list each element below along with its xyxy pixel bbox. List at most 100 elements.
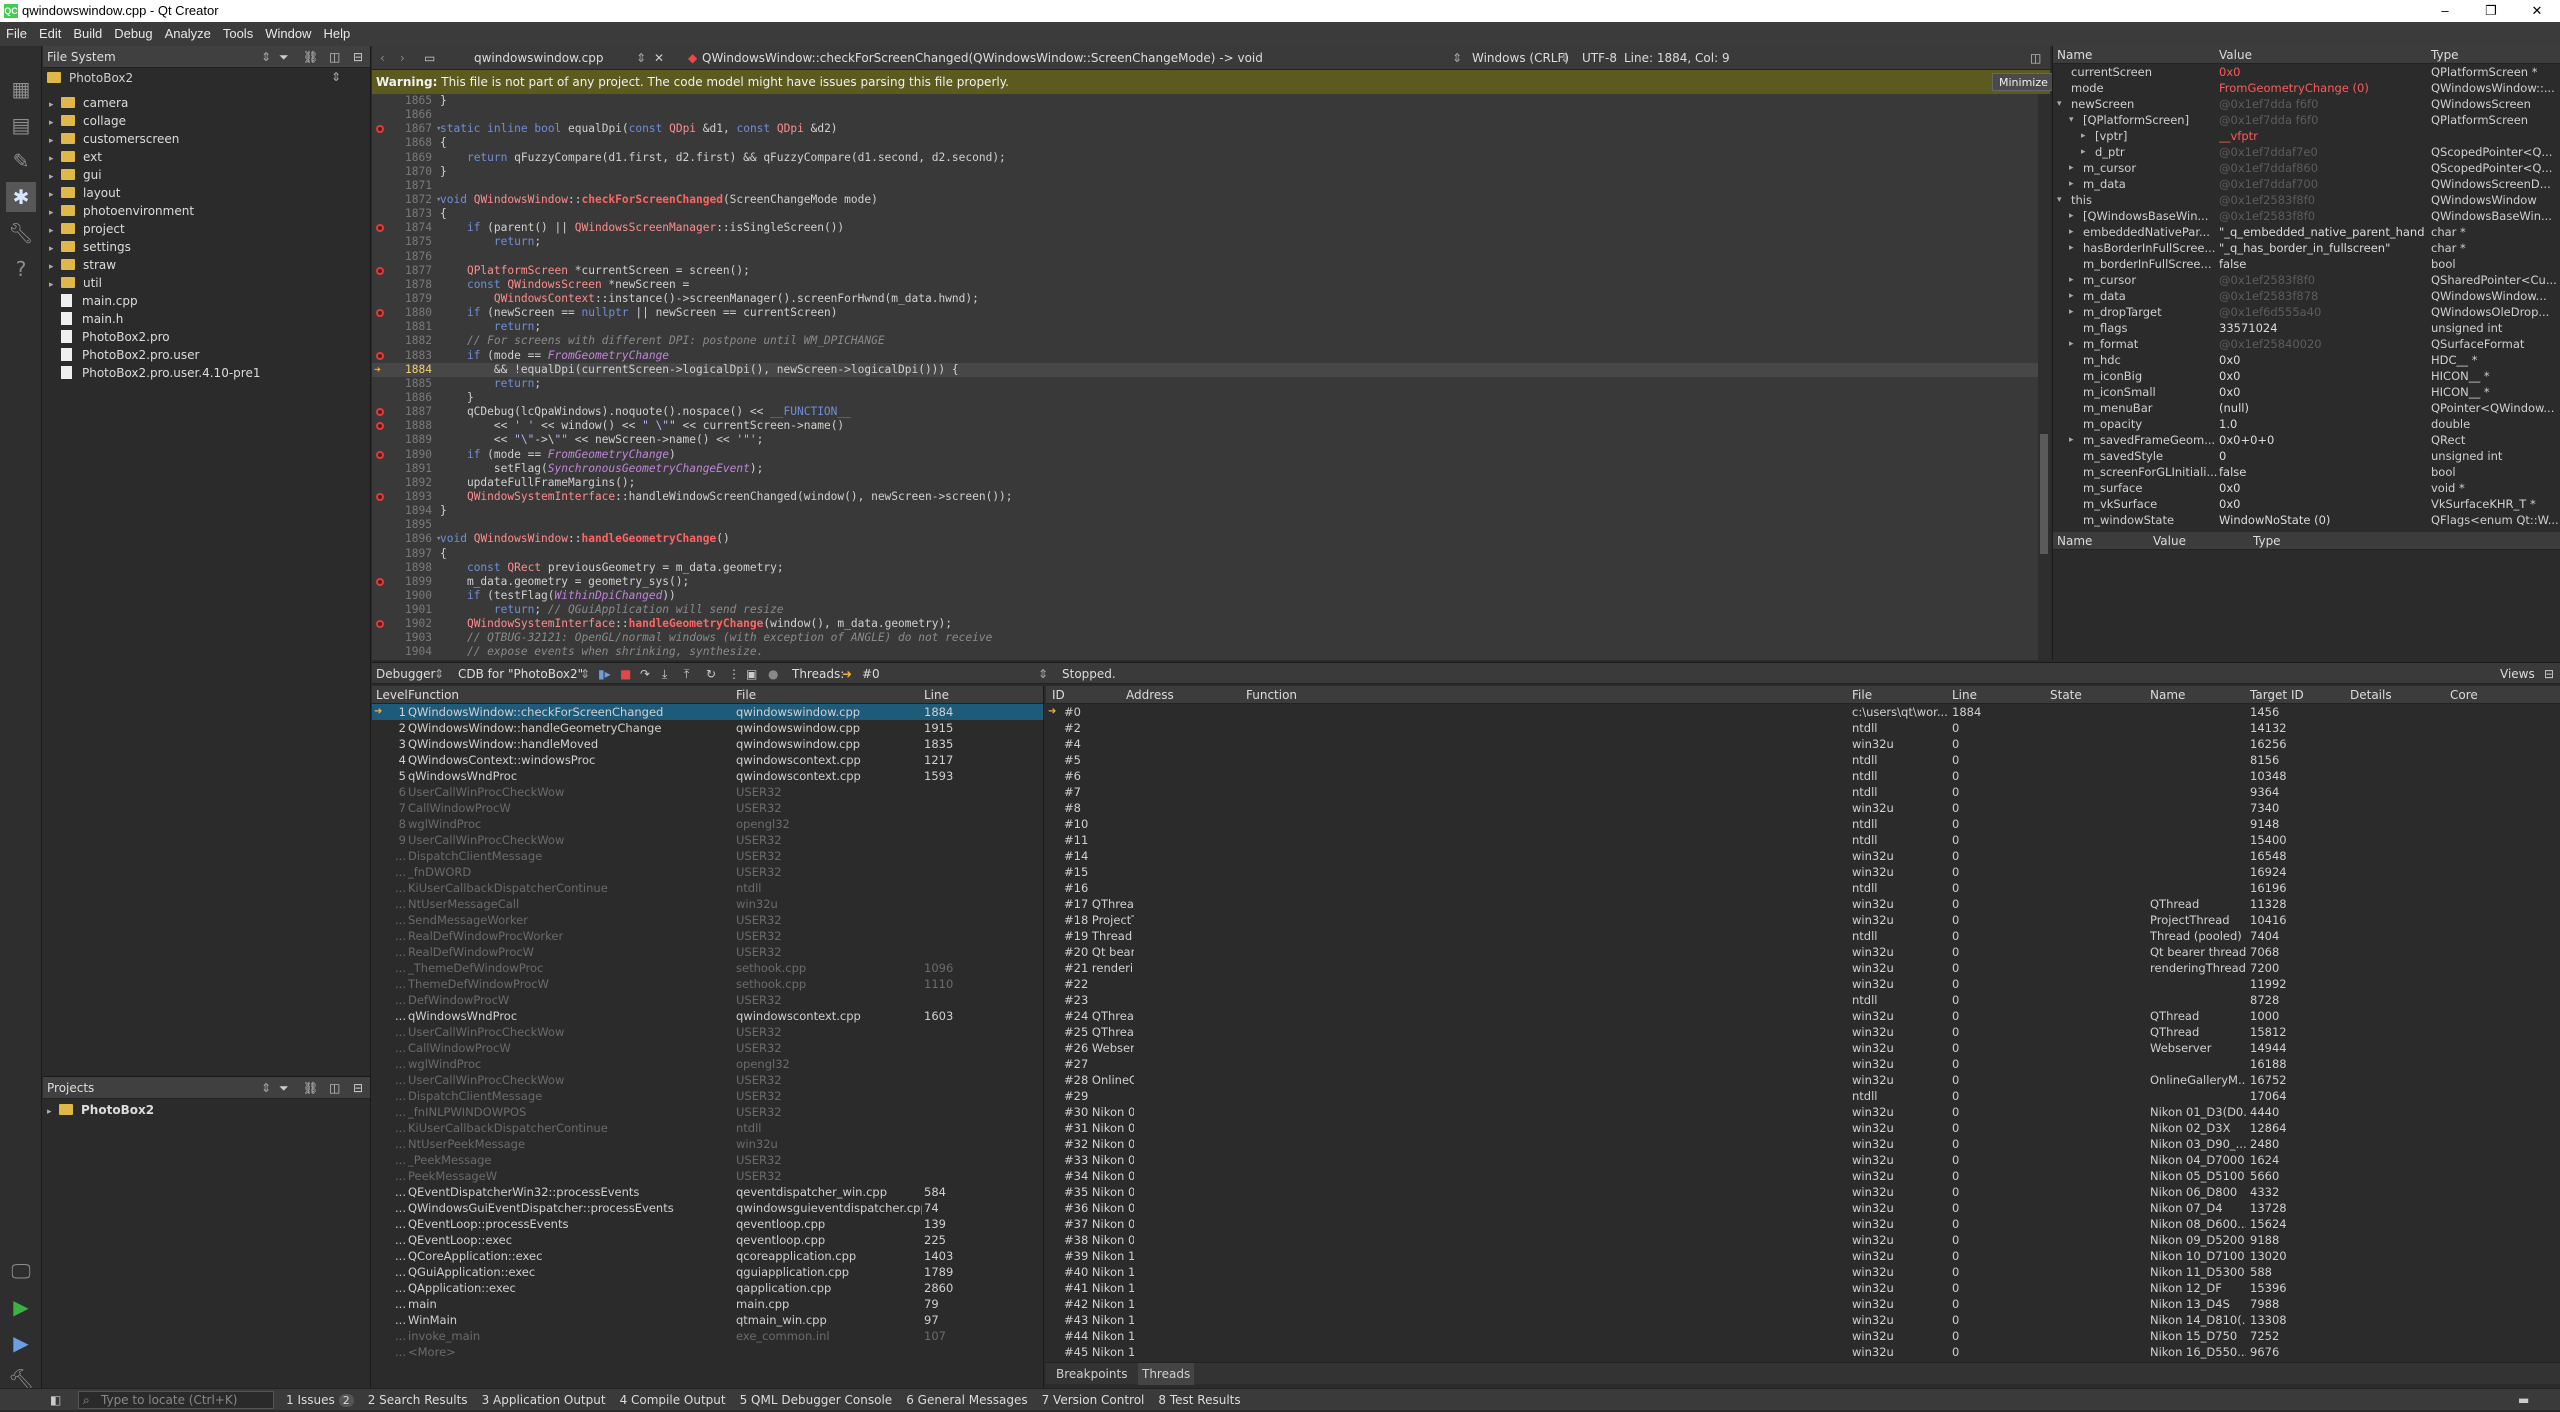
stack-frame-row[interactable]: 2 QWindowsWindow::handleGeometryChange qwi… bbox=[372, 720, 1043, 736]
threads-col-address[interactable]: Address bbox=[1126, 686, 1174, 704]
debug-target-selector[interactable]: CDB for "PhotoBox2" bbox=[458, 663, 583, 685]
locals-row[interactable]: m_iconBig 0x0 HICON__ * bbox=[2053, 368, 2560, 384]
minimize-window-button[interactable]: – bbox=[2422, 0, 2468, 22]
menu-analyze[interactable]: Analyze bbox=[159, 26, 217, 41]
back-arrow-icon[interactable]: ‹ bbox=[380, 46, 385, 70]
close-pane-icon[interactable]: ⊟ bbox=[353, 46, 363, 68]
split-icon[interactable]: ◫ bbox=[2030, 46, 2041, 70]
expr-col-type[interactable]: Type bbox=[2253, 532, 2281, 550]
line-ending-selector[interactable]: Windows (CRLF) bbox=[1472, 46, 1569, 70]
breakpoint-icon[interactable] bbox=[376, 266, 384, 275]
locals-row[interactable]: m_opacity 1.0 double bbox=[2053, 416, 2560, 432]
output-pane-menu-icon[interactable]: ▬ bbox=[2518, 1389, 2529, 1411]
chevron-right-icon[interactable]: ▸ bbox=[2069, 272, 2074, 288]
chevron-right-icon[interactable]: ▸ bbox=[47, 1103, 59, 1121]
thread-row[interactable]: #4 win32u 0 16256 bbox=[1046, 736, 2560, 752]
stack-frame-row[interactable]: ... QCoreApplication::exec qcoreapplicatio… bbox=[372, 1248, 1043, 1264]
fs-root-selector[interactable]: PhotoBox2 bbox=[43, 70, 343, 86]
stack-frame-row[interactable]: ... QEventLoop::exec qeventloop.cpp 225 bbox=[372, 1232, 1043, 1248]
stack-frame-row[interactable]: ... WinMain qtmain_win.cpp 97 bbox=[372, 1312, 1043, 1328]
thread-row[interactable]: #32 Nikon 0... win32u 0 Nikon 03_D90_... 248… bbox=[1046, 1136, 2560, 1152]
code-line[interactable]: 1889 << "\"->\"" << newScreen->name() <<… bbox=[372, 433, 2038, 447]
locals-row[interactable]: m_windowState WindowNoState (0) QFlags<enu… bbox=[2053, 512, 2560, 528]
thread-selector[interactable]: #0 bbox=[862, 663, 880, 685]
menu-debug[interactable]: Debug bbox=[108, 26, 158, 41]
stack-frame-row[interactable]: ... NtUserPeekMessage win32u bbox=[372, 1136, 1043, 1152]
code-line[interactable]: 1882 // For screens with different DPI: … bbox=[372, 334, 2038, 348]
thread-row[interactable]: #31 Nikon 0... win32u 0 Nikon 02_D3X 12864 bbox=[1046, 1120, 2560, 1136]
stack-frame-row[interactable]: ... _PeekMessage USER32 bbox=[372, 1152, 1043, 1168]
stack-frame-row[interactable]: 4 QWindowsContext::windowsProc qwindowscon… bbox=[372, 752, 1043, 768]
encoding-label[interactable]: UTF-8 bbox=[1582, 46, 1617, 70]
stack-frame-row[interactable]: ... PeekMessageW USER32 bbox=[372, 1168, 1043, 1184]
code-line[interactable]: 1880 if (newScreen == nullptr || newScre… bbox=[372, 306, 2038, 320]
locals-row[interactable]: ▸ m_cursor @0x1ef7ddaf860 QScopedPointer<Q.… bbox=[2053, 160, 2560, 176]
stack-frame-row[interactable]: ... qWindowsWndProc qwindowscontext.cpp 160… bbox=[372, 1008, 1043, 1024]
code-line[interactable]: 1904 // expose events when shrinking, sy… bbox=[372, 645, 2038, 659]
symbol-selector[interactable]: QWindowsWindow::checkForScreenChanged(QW… bbox=[702, 46, 1263, 70]
code-line[interactable]: 1903 // QTBUG-32121: OpenGL/normal windo… bbox=[372, 631, 2038, 645]
locals-row[interactable]: m_surface 0x0 void * bbox=[2053, 480, 2560, 496]
locals-row[interactable]: ▾ this @0x1ef2583f8f0 QWindowsWindow bbox=[2053, 192, 2560, 208]
locals-row[interactable]: ▸ [QWindowsBaseWin... @0x1ef2583f8f0 QWindo… bbox=[2053, 208, 2560, 224]
code-line[interactable]: 1886 } bbox=[372, 391, 2038, 405]
stack-frame-row[interactable]: ... QGuiApplication::exec qguiapplication.… bbox=[372, 1264, 1043, 1280]
locals-row[interactable]: ▸ m_savedFrameGeom... 0x0+0+0 QRect bbox=[2053, 432, 2560, 448]
open-document-selector[interactable]: qwindowswindow.cpp bbox=[474, 46, 603, 70]
cursor-position[interactable]: Line: 1884, Col: 9 bbox=[1624, 46, 1730, 70]
code-line[interactable]: 1881 return; bbox=[372, 320, 2038, 334]
start-debugging-icon[interactable]: ▶ bbox=[6, 1328, 36, 1358]
chevron-down-icon[interactable]: ⇕ bbox=[331, 70, 341, 84]
breakpoint-icon[interactable] bbox=[376, 422, 384, 431]
threads-col-id[interactable]: ID bbox=[1052, 686, 1065, 704]
stack-frame-row[interactable]: ... _fnDWORD USER32 bbox=[372, 864, 1043, 880]
thread-row[interactable]: #39 Nikon 1... win32u 0 Nikon 10_D7100 13020 bbox=[1046, 1248, 2560, 1264]
project-item[interactable]: ▸ PhotoBox2 bbox=[47, 1101, 154, 1119]
thread-row[interactable]: #7 ntdll 0 9364 bbox=[1046, 784, 2560, 800]
code-line[interactable]: 1897 { bbox=[372, 547, 2038, 561]
code-line[interactable]: 1902 QWindowSystemInterface::handleGeome… bbox=[372, 617, 2038, 631]
code-line[interactable]: 1877 QPlatformScreen *currentScreen = sc… bbox=[372, 264, 2038, 278]
thread-row[interactable]: #25 QThread win32u 0 QThread 15812 bbox=[1046, 1024, 2560, 1040]
code-line[interactable]: 1893 QWindowSystemInterface::handleWindo… bbox=[372, 490, 2038, 504]
locals-row[interactable]: ▸ [vptr] __vfptr bbox=[2053, 128, 2560, 144]
output-tab-7[interactable]: 7 Version Control bbox=[1042, 1393, 1145, 1407]
locals-row[interactable]: ▸ d_ptr @0x1ef7ddaf7e0 QScopedPointer<Q... bbox=[2053, 144, 2560, 160]
close-pane-icon[interactable]: ⊟ bbox=[353, 1077, 363, 1099]
folder-item[interactable]: ▸ photoenvironment bbox=[43, 202, 363, 220]
locals-row[interactable]: m_savedStyle 0 unsigned int bbox=[2053, 448, 2560, 464]
output-tab-6[interactable]: 6 General Messages bbox=[906, 1393, 1027, 1407]
thread-row[interactable]: #5 ntdll 0 8156 bbox=[1046, 752, 2560, 768]
chevron-right-icon[interactable]: ▸ bbox=[2081, 128, 2086, 144]
stack-frame-row[interactable]: ... _ThemeDefWindowProc sethook.cpp 1096 bbox=[372, 960, 1043, 976]
output-tab-3[interactable]: 3 Application Output bbox=[482, 1393, 606, 1407]
thread-row[interactable]: #34 Nikon 0... win32u 0 Nikon 05_D5100 5660 bbox=[1046, 1168, 2560, 1184]
code-line[interactable]: 1888 << ' ' << window() << " \"" << curr… bbox=[372, 419, 2038, 433]
file-item[interactable]: PhotoBox2.pro bbox=[43, 328, 363, 346]
split-icon[interactable]: ◫ bbox=[329, 1077, 340, 1099]
locals-row[interactable]: ▸ m_format @0x1ef25840020 QSurfaceFormat bbox=[2053, 336, 2560, 352]
folder-item[interactable]: ▸ collage bbox=[43, 112, 363, 130]
locals-row[interactable]: mode FromGeometryChange (0) QWindowsWindow… bbox=[2053, 80, 2560, 96]
code-line[interactable]: 1896 ▾ void QWindowsWindow::handleGeometry… bbox=[372, 532, 2038, 546]
stack-frame-row[interactable]: ... RealDefWindowProcWorker USER32 bbox=[372, 928, 1043, 944]
thread-row[interactable]: #16 ntdll 0 16196 bbox=[1046, 880, 2560, 896]
thread-row[interactable]: #17 QThread win32u 0 QThread 11328 bbox=[1046, 896, 2560, 912]
thread-row[interactable]: #26 Webserv... win32u 0 Webserver 14944 bbox=[1046, 1040, 2560, 1056]
code-line[interactable]: 1867 ▾ static inline bool equalDpi(const Q… bbox=[372, 122, 2038, 136]
close-pane-icon[interactable]: ⊟ bbox=[2544, 663, 2554, 685]
locals-row[interactable]: ▸ m_dropTarget @0x1ef6d555a40 QWindowsOleDr… bbox=[2053, 304, 2560, 320]
help-icon[interactable]: ? bbox=[6, 254, 36, 284]
thread-row[interactable]: #40 Nikon 1... win32u 0 Nikon 11_D5300 588 bbox=[1046, 1264, 2560, 1280]
thread-row[interactable]: #35 Nikon 0... win32u 0 Nikon 06_D800 4332 bbox=[1046, 1184, 2560, 1200]
threads-col-file[interactable]: File bbox=[1852, 686, 1872, 704]
step-over-icon[interactable]: ↷ bbox=[640, 663, 650, 685]
stop-debugger-icon[interactable]: ■ bbox=[620, 663, 631, 685]
code-line[interactable]: 1901 return; // QGuiApplication will sen… bbox=[372, 603, 2038, 617]
code-line[interactable]: 1887 qCDebug(lcQpaWindows).noquote().nos… bbox=[372, 405, 2038, 419]
stack-col-level[interactable]: Level bbox=[376, 686, 408, 704]
code-line[interactable]: 1868 { bbox=[372, 136, 2038, 150]
locals-row[interactable]: ▸ m_data @0x1ef2583f878 QWindowsWindow... bbox=[2053, 288, 2560, 304]
chevron-down-icon[interactable]: ⇕ bbox=[1038, 663, 1048, 685]
locals-col-name[interactable]: Name bbox=[2057, 46, 2092, 64]
